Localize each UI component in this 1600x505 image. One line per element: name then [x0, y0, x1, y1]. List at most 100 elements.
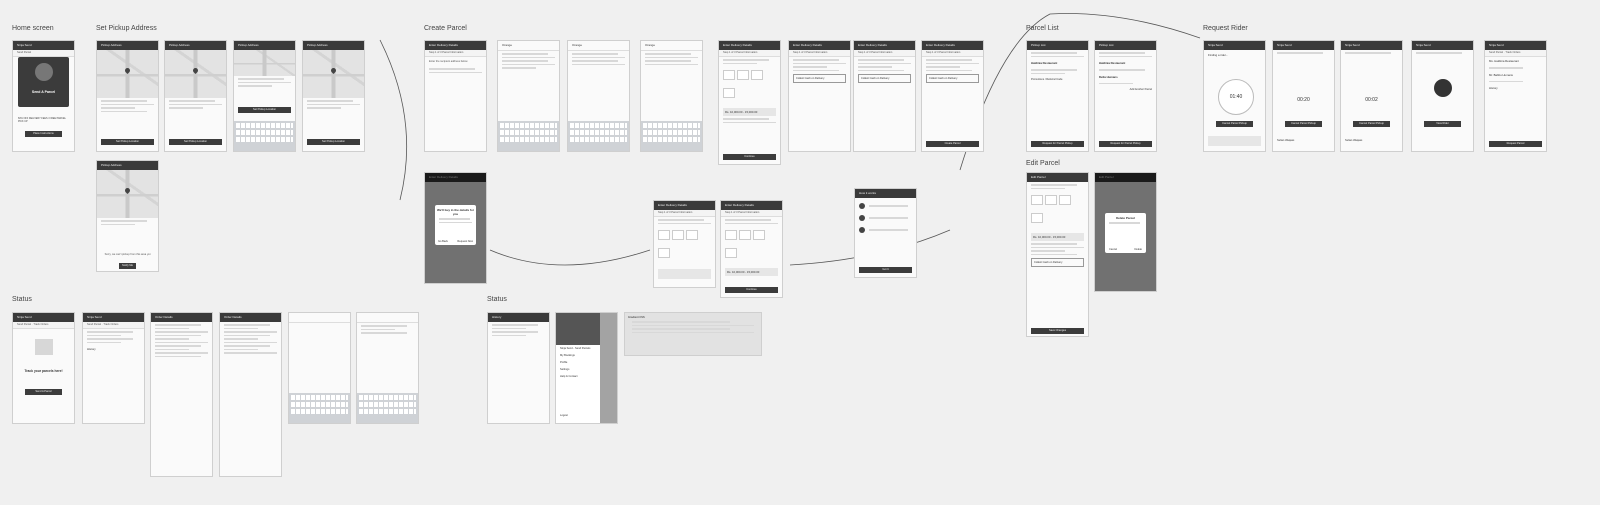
collect-cash-toggle-3[interactable]: Collect Cash on Delivery [926, 74, 979, 83]
create-screen-2: Orange [497, 40, 560, 152]
create-step-7: Step 1 of 3 Parcel Information [854, 50, 915, 57]
create-topbar: Enter Delivery Details [425, 41, 486, 50]
create-step-b1: Step 1 of 3 Parcel Information [654, 210, 715, 217]
save-changes-button[interactable]: Save Changes [1031, 328, 1084, 334]
create-topbar-7: Enter Delivery Details [854, 41, 915, 50]
got-it-button[interactable]: Got It [859, 267, 912, 273]
status-list: Ninja Send Send Parcel · Track Orders Hi… [82, 312, 145, 424]
keyboard[interactable] [357, 393, 418, 423]
create-parcel-button[interactable]: Create Parcel [926, 141, 979, 147]
map-view[interactable] [97, 50, 158, 98]
create-search-hint: Enter the recipient address below [429, 60, 468, 63]
create-screen-8: Enter Delivery Details Step 1 of 3 Parce… [921, 40, 984, 152]
request-pickup-button-2[interactable]: Request for Parcel Pickup [1099, 141, 1152, 147]
track-item-2[interactable]: Mr. Babbu Humans [1485, 71, 1546, 79]
home-topbar: Ninja Send [13, 41, 74, 50]
home-tab-send[interactable]: Send Parcel [13, 50, 74, 57]
list-item-1[interactable]: Haldinia Restaurant [1027, 59, 1088, 67]
keyboard[interactable] [641, 121, 702, 151]
logout-item[interactable]: Logout [556, 412, 572, 419]
pickup-topbar-5: Pickup Address [97, 161, 158, 170]
keyboard[interactable] [234, 121, 295, 151]
promo-code[interactable]: Promotions / Referral Code [1027, 76, 1088, 83]
pickup-screen-3: Pickup Address Set Pickup Location [233, 40, 296, 152]
details-topbar-2: Order Details [220, 313, 281, 322]
delete-cancel[interactable]: Cancel [1109, 248, 1117, 251]
map-view-2[interactable] [165, 50, 226, 98]
status-tabs[interactable]: Send Parcel · Track Orders [13, 322, 74, 329]
create-screen-3: Orange [567, 40, 630, 152]
search-bar-2[interactable] [357, 313, 418, 323]
list-item-2[interactable]: Delta Humans [1095, 73, 1156, 81]
create-search-bar-2[interactable]: Orange [568, 41, 629, 51]
menu-item-3[interactable]: Settings [556, 366, 600, 373]
keyboard[interactable] [498, 121, 559, 151]
timer-value-2: 00:20 [1297, 97, 1310, 103]
status-history[interactable]: History [83, 345, 144, 353]
create-search-bar-3[interactable]: Orange [641, 41, 702, 51]
edit-topbar: Edit Parcel [1027, 173, 1088, 182]
map-view-3[interactable] [234, 50, 295, 76]
history-link[interactable]: History [1485, 84, 1546, 92]
cancel-pickup-button[interactable]: Cancel Parcel Pickup [1216, 121, 1253, 127]
menu-drawer-screen: Ninja Send - Send Parcels My Bookings Pr… [555, 312, 618, 424]
set-pickup-button[interactable]: Set Pickup Location [101, 139, 154, 145]
continue-button-b[interactable]: Continue [725, 287, 778, 293]
status-tab-send[interactable]: Send Parcel [17, 323, 31, 326]
cancel-pickup-button-2[interactable]: Cancel Parcel Pickup [1285, 121, 1322, 127]
edit-collect-cash[interactable]: Collect Cash on Delivery [1031, 258, 1084, 267]
status-empty: Ninja Send Send Parcel · Track Orders Tr… [12, 312, 75, 424]
empty-title: Track your parcels here! [24, 369, 63, 373]
request-dialog: We'll buy in the details for you Go Back… [435, 205, 476, 245]
rider-topbar-2: Ninja Send [1273, 41, 1334, 50]
view-rider-button[interactable]: View Rider [1424, 121, 1461, 127]
notify-me-button[interactable]: Notify Me [119, 263, 136, 269]
continue-button[interactable]: Continue [723, 154, 776, 160]
rider-finding: Ninja Send Finding a rider... 01:40 Canc… [1203, 40, 1266, 152]
track-item-1[interactable]: Ms. Haldinia Restaurant [1485, 57, 1546, 65]
status-tab-track-2[interactable]: Track Orders [103, 323, 118, 326]
delete-confirm[interactable]: Delete [1135, 248, 1143, 251]
search-bar[interactable] [289, 313, 350, 323]
set-pickup-button-2[interactable]: Set Pickup Location [169, 139, 222, 145]
status-tab-track[interactable]: Track Orders [33, 323, 48, 326]
request-pickup-button[interactable]: Request for Parcel Pickup [1031, 141, 1084, 147]
rider-topbar-4: Ninja Send [1412, 41, 1473, 50]
keyboard[interactable] [568, 121, 629, 151]
request-parcel-button[interactable]: Request Parcel [1489, 141, 1542, 147]
keyboard[interactable] [289, 393, 350, 423]
menu-item-0[interactable]: Ninja Send - Send Parcels [556, 345, 600, 352]
timer-value-3: 00:02 [1365, 97, 1378, 103]
add-parcel-link[interactable]: Add Another Parcel [1095, 86, 1156, 93]
status-tab-send-2[interactable]: Send Parcel [87, 323, 101, 326]
send-parcel-button[interactable]: Send A Parcel [25, 389, 62, 395]
list-item-1b[interactable]: Haldinia Restaurant [1095, 59, 1156, 67]
list-topbar-2: Pickup List [1095, 41, 1156, 50]
map-view-4[interactable] [303, 50, 364, 98]
create-search-bar[interactable]: Orange [498, 41, 559, 51]
send-parcel-card[interactable]: Send A Parcel [18, 57, 69, 107]
place-instructions-button[interactable]: Place Instructions [25, 131, 62, 137]
tab-track[interactable]: Track Orders [1505, 51, 1520, 54]
promo-text: 60% OFF DELIVERY FEES / FREE PARCEL PICK… [18, 117, 66, 123]
create-screen-6: Enter Delivery Details Step 1 of 3 Parce… [788, 40, 851, 152]
dialog-request-now[interactable]: Request Now [457, 240, 473, 243]
collect-cash-toggle[interactable]: Collect Cash on Delivery [793, 74, 846, 83]
price-range-b: Rs. 10,000.00 - 15,000.00 [725, 268, 778, 276]
cancel-pickup-button-3[interactable]: Cancel Parcel Pickup [1353, 121, 1390, 127]
dialog-go-back[interactable]: Go Back [438, 240, 448, 243]
collect-cash-toggle-2[interactable]: Collect Cash on Delivery [858, 74, 911, 83]
set-pickup-button-4[interactable]: Set Pickup Location [307, 139, 360, 145]
menu-item-4[interactable]: Help & Contact [556, 373, 600, 380]
menu-item-2[interactable]: Profile [556, 359, 600, 366]
map-view-5[interactable] [97, 170, 158, 218]
tab-send[interactable]: Send Parcel [1489, 51, 1503, 54]
map-pin-icon [123, 66, 132, 75]
status-tabs-2[interactable]: Send Parcel · Track Orders [83, 322, 144, 329]
menu-item-1[interactable]: My Bookings [556, 352, 600, 359]
track-orders-screen: Ninja Send Send Parcel · Track Orders Ms… [1484, 40, 1547, 152]
how-it-works-screen: How it works Got It [854, 188, 917, 278]
track-tabs[interactable]: Send Parcel · Track Orders [1485, 50, 1546, 57]
set-pickup-button-3[interactable]: Set Pickup Location [238, 107, 291, 113]
create-topbar-5: Enter Delivery Details [719, 41, 780, 50]
